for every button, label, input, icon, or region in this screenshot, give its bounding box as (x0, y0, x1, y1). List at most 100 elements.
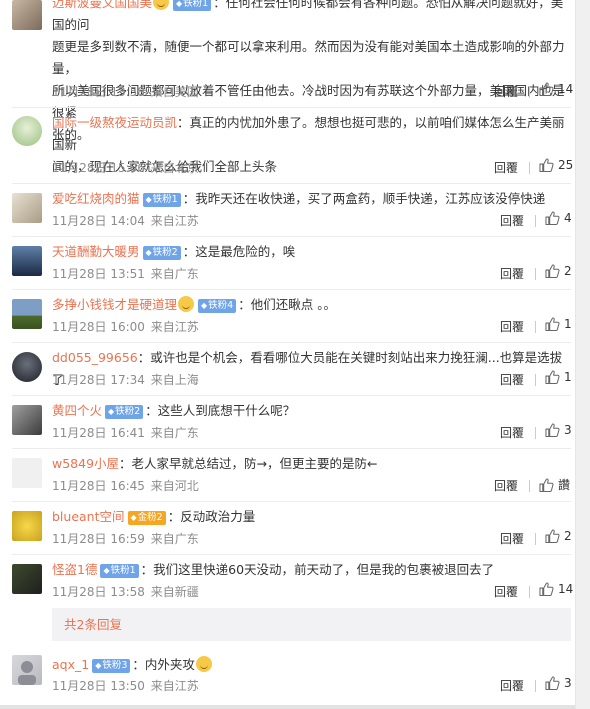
comment-line: ：我们这里快递60天没动，前天动了，但是我的包裹被退回去了 (140, 562, 495, 577)
username-link[interactable]: 国际一级熬夜运动员凯 (52, 115, 177, 130)
avatar[interactable] (12, 193, 42, 223)
like-count: 讚 (558, 478, 571, 492)
fan-badge[interactable]: ◆铁粉1 (100, 564, 139, 578)
comment-line: 题更是多到数不清，随便一个都可以拿来利用。然而因为没有能对美国本土造成影响的外部… (52, 39, 565, 76)
reply-button[interactable]: 回覆 (494, 583, 518, 600)
avatar[interactable] (12, 564, 42, 594)
avatar[interactable] (12, 299, 42, 329)
reply-button[interactable]: 回覆 (494, 159, 518, 176)
reply-button[interactable]: 回覆 (500, 212, 524, 229)
comment-meta: 11月28日 16:59 来自广东 (52, 530, 199, 547)
comment-line: ：老人家早就总结过，防→，但更主要的是防← (119, 456, 378, 471)
reply-button[interactable]: 回覆 (500, 424, 524, 441)
grinning-face-emoji-icon (153, 0, 170, 10)
separator (535, 321, 536, 333)
like-button[interactable]: 讚 (539, 476, 570, 493)
reply-button[interactable]: 回覆 (500, 371, 524, 388)
comment-body: ：内外夹攻 (132, 657, 195, 672)
comment-divider (12, 342, 571, 343)
comment-divider (12, 501, 571, 502)
like-button[interactable]: 1 (545, 370, 572, 384)
thumbs-up-icon (545, 264, 560, 278)
comment-divider (12, 395, 571, 396)
badge-label: 金粉2 (137, 512, 163, 523)
like-count: 4 (564, 211, 572, 225)
thumbs-up-icon (545, 211, 560, 225)
like-button[interactable]: 14 (539, 82, 573, 96)
comment-divider (12, 183, 571, 184)
like-count: 14 (558, 82, 574, 96)
avatar[interactable] (12, 0, 42, 30)
avatar[interactable] (12, 458, 42, 488)
horizontal-scrollbar[interactable] (0, 705, 575, 709)
like-button[interactable]: 3 (545, 676, 572, 690)
username-link[interactable]: dd055_99656 (52, 350, 138, 365)
username-link[interactable]: aqx_1 (52, 657, 89, 672)
thumbs-up-icon (545, 370, 560, 384)
like-button[interactable]: 4 (545, 211, 572, 225)
fan-badge[interactable]: ◆金粉2 (127, 511, 166, 525)
comment-meta: 11月28日 16:00 来自江苏 (52, 318, 199, 335)
like-button[interactable]: 14 (539, 582, 573, 596)
vertical-scrollbar[interactable] (575, 0, 590, 709)
like-count: 2 (564, 529, 572, 543)
username-link[interactable]: w5849小屋 (52, 456, 119, 471)
username-link[interactable]: 多挣小钱钱才是硬道理 (52, 297, 177, 312)
username-link[interactable]: 天道酬勤大暖男 (52, 244, 140, 259)
comment-meta: 11月28日 16:41 来自广东 (52, 424, 199, 441)
thumbs-up-icon (539, 478, 554, 492)
username-link[interactable]: 黄四个火 (52, 403, 102, 418)
separator (529, 586, 530, 598)
comment-divider (12, 107, 571, 108)
comment-date: 11月28日 14:04 (52, 214, 145, 228)
diamond-icon: ◆ (130, 513, 137, 522)
separator (535, 215, 536, 227)
reply-button[interactable]: 回覆 (500, 265, 524, 282)
like-button[interactable]: 3 (545, 423, 572, 437)
username-link[interactable]: 爱吃红烧肉的猫 (52, 191, 140, 206)
avatar[interactable] (12, 655, 42, 685)
comment-divider (12, 289, 571, 290)
comment-meta: 11月28日 13:50 来自江苏 (52, 677, 199, 694)
fan-badge[interactable]: ◆铁粉4 (198, 299, 237, 313)
comment-date: 11月28日 13:58 (52, 85, 145, 99)
comment-source: 来自新疆 (150, 585, 199, 599)
avatar-image (18, 661, 36, 685)
avatar[interactable] (12, 511, 42, 541)
badge-label: 铁粉4 (208, 300, 234, 311)
like-button[interactable]: 1 (545, 317, 572, 331)
reply-button[interactable]: 回覆 (500, 677, 524, 694)
avatar[interactable] (12, 246, 42, 276)
comment-meta: 11月28日 13:51 来自广东 (52, 265, 199, 282)
comment-date: 11月28日 13:58 (52, 585, 145, 599)
like-button[interactable]: 25 (539, 158, 573, 172)
fan-badge[interactable]: ◆铁粉2 (105, 405, 144, 419)
badge-label: 铁粉1 (183, 0, 209, 9)
comment-date: 11月28日 15:06 (52, 161, 145, 175)
fan-badge[interactable]: ◆铁粉1 (173, 0, 212, 11)
like-button[interactable]: 2 (545, 529, 572, 543)
like-button[interactable]: 2 (545, 264, 572, 278)
avatar[interactable] (12, 116, 42, 146)
reply-button[interactable]: 回覆 (494, 477, 518, 494)
more-replies-link[interactable]: 共2条回复 (52, 608, 571, 641)
username-link[interactable]: blueant空间 (52, 509, 125, 524)
reply-button[interactable]: 回覆 (500, 530, 524, 547)
diamond-icon: ◆ (145, 248, 152, 257)
comment-date: 11月28日 13:51 (52, 267, 145, 281)
fan-badge[interactable]: ◆铁粉2 (142, 246, 181, 260)
fan-badge[interactable]: ◆铁粉3 (92, 659, 131, 673)
comment-date: 11月28日 17:34 (52, 373, 145, 387)
avatar[interactable] (12, 405, 42, 435)
separator (529, 86, 530, 98)
diamond-icon: ◆ (103, 566, 110, 575)
username-link[interactable]: 怪盗1德 (52, 562, 97, 577)
avatar[interactable] (12, 352, 42, 382)
comment-text: 天道酬勤大暖男 ◆铁粉2 ：这是最危险的，唉 (52, 241, 567, 263)
username-link[interactable]: 迈斯波曼文国国美 (52, 0, 152, 10)
reply-button[interactable]: 回覆 (494, 83, 518, 100)
reply-button[interactable]: 回覆 (500, 318, 524, 335)
comment-text: blueant空间 ◆金粉2 ：反动政治力量 (52, 506, 567, 528)
fan-badge[interactable]: ◆铁粉1 (142, 193, 181, 207)
like-count: 2 (564, 264, 572, 278)
